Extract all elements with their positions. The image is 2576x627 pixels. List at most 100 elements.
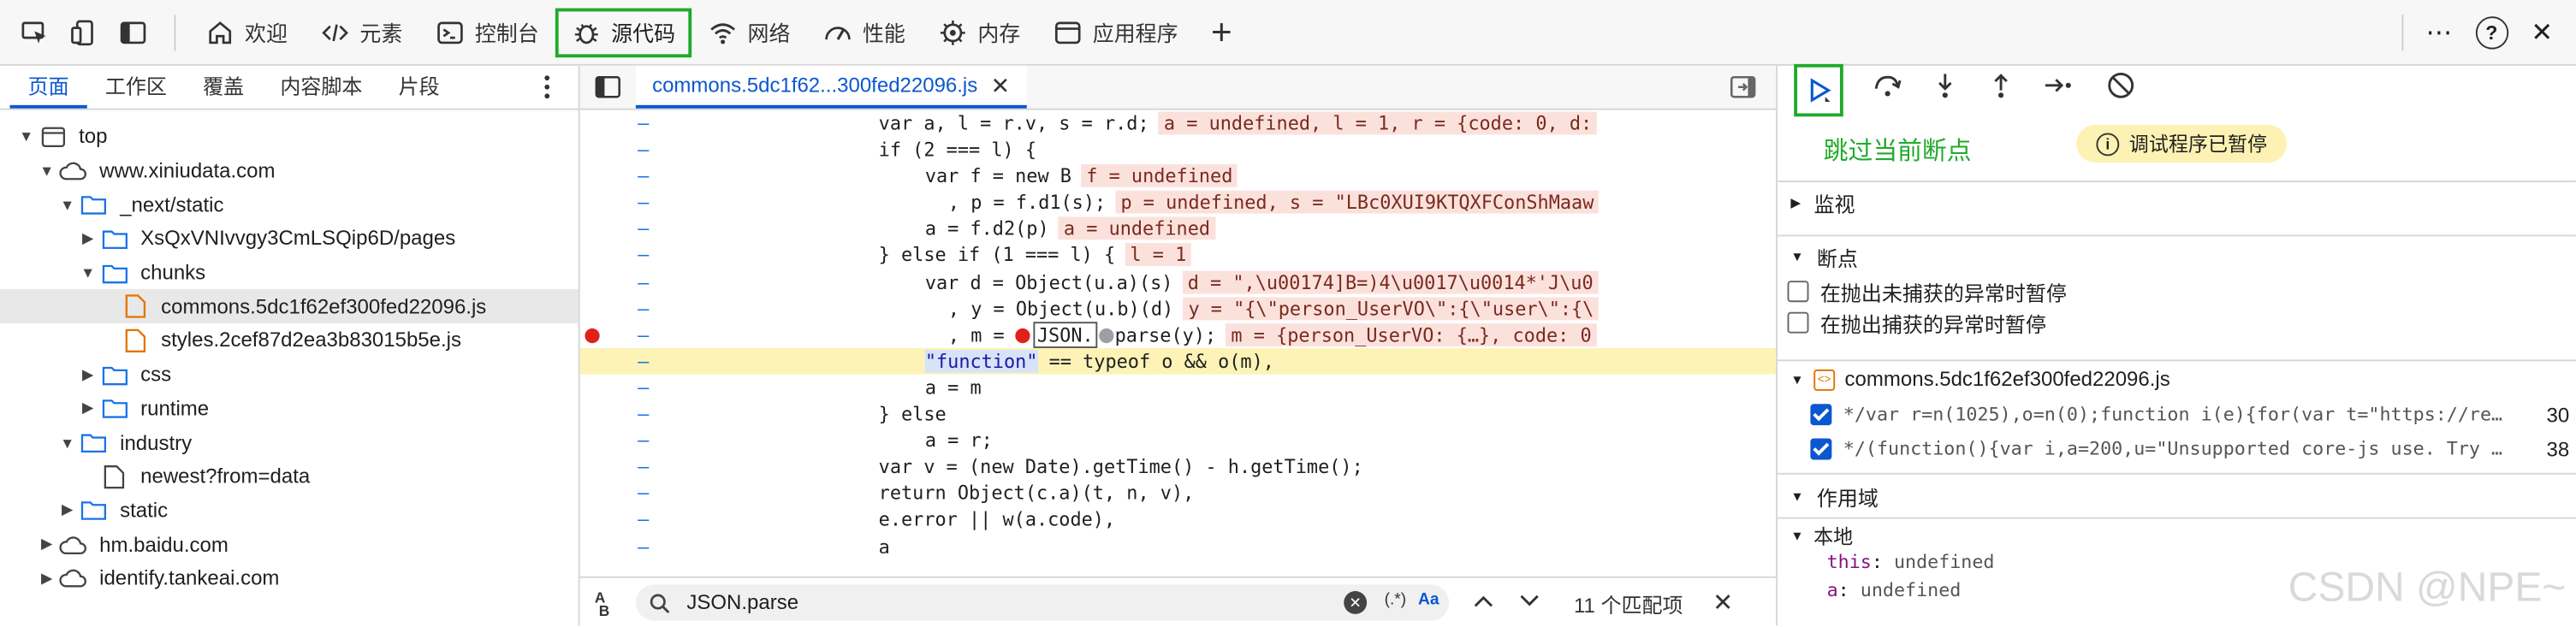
tab-welcome[interactable]: 欢迎 (189, 8, 304, 57)
line-gutter[interactable]: – (580, 189, 649, 216)
close-tab-icon[interactable]: ✕ (991, 72, 1011, 100)
line-gutter[interactable]: – (580, 269, 649, 295)
more-options-icon[interactable]: ⋯ (2425, 15, 2452, 48)
line-gutter[interactable]: – (580, 110, 649, 137)
search-input[interactable] (683, 589, 1315, 616)
tab-memory[interactable]: 内存 (922, 8, 1036, 57)
expand-down-icon[interactable]: ▼ (78, 264, 98, 281)
breakpoint-item[interactable]: */(function(){var i,a=200,u="Unsupported… (1778, 432, 2576, 466)
expand-right-icon[interactable]: ▶ (78, 399, 98, 417)
next-match-icon[interactable] (1518, 591, 1541, 614)
line-gutter[interactable]: – (580, 216, 649, 242)
expand-down-icon[interactable]: ▼ (37, 163, 56, 179)
tree-node[interactable]: ▼ top (0, 120, 579, 154)
code-line[interactable]: – , y = Object(u.b)(d) y = "{\"person_User… (580, 295, 1776, 322)
code-line[interactable]: – var d = Object(u.a)(s) d = ",\u00174]B=)… (580, 269, 1776, 295)
expand-right-icon[interactable]: ▶ (78, 230, 98, 248)
line-gutter[interactable]: – (580, 348, 649, 375)
tab-network[interactable]: 网络 (691, 8, 806, 57)
clear-search-icon[interactable]: ✕ (1344, 591, 1368, 614)
tree-node[interactable]: ▶ identify.tankeai.com (0, 561, 579, 595)
code-line[interactable]: – a (580, 533, 1776, 553)
more-tabs-icon[interactable] (542, 74, 552, 104)
tree-node[interactable]: commons.5dc1f62ef300fed22096.js (0, 289, 579, 324)
tree-node[interactable]: ▶ static (0, 494, 579, 528)
checkbox-checked[interactable] (1810, 404, 1832, 426)
line-gutter[interactable]: – (580, 163, 649, 189)
editor-file-tab[interactable]: commons.5dc1f62...300fed22096.js ✕ (635, 65, 1027, 109)
pause-caught-exceptions[interactable]: 在抛出捕获的异常时暂停 (1778, 307, 2576, 338)
tree-node[interactable]: ▶ hm.baidu.com (0, 528, 579, 562)
line-gutter[interactable]: – (580, 427, 649, 453)
checkbox[interactable] (1787, 281, 1809, 303)
line-gutter[interactable]: – (580, 375, 649, 401)
expand-right-icon[interactable]: ▶ (37, 535, 56, 553)
line-gutter[interactable]: – (580, 533, 649, 553)
step-icon[interactable] (2044, 72, 2076, 103)
code-line[interactable]: –} else (580, 400, 1776, 427)
close-search-icon[interactable]: ✕ (1712, 588, 1733, 618)
tab-sources[interactable]: 源代码 (555, 7, 692, 57)
inline-breakpoint-icon[interactable] (1098, 328, 1113, 343)
line-gutter[interactable]: – (580, 453, 649, 480)
code-line[interactable]: – a = f.d2(p) a = undefined (580, 216, 1776, 242)
code-line[interactable]: – var v = (new Date).getTime() - h.getTim… (580, 453, 1776, 480)
tab-performance[interactable]: 性能 (807, 8, 922, 57)
tab-console[interactable]: 控制台 (419, 8, 555, 57)
line-gutter[interactable]: – (580, 137, 649, 163)
tree-node[interactable]: ▶ runtime (0, 392, 579, 426)
checkbox[interactable] (1787, 311, 1809, 334)
tree-node[interactable]: ▼ industry (0, 426, 579, 460)
tree-node[interactable]: ▼ chunks (0, 256, 579, 290)
line-gutter[interactable]: – (580, 295, 649, 322)
toggle-debugger-icon[interactable] (1730, 75, 1756, 104)
expand-right-icon[interactable]: ▶ (78, 365, 98, 383)
line-gutter[interactable]: – (580, 400, 649, 427)
line-gutter[interactable]: – (580, 480, 649, 506)
code-line[interactable]: – return Object(c.a)(t, n, v), (580, 480, 1776, 506)
tree-node[interactable]: ▶ XsQxVNIvvgy3CmLSQip6D/pages (0, 222, 579, 256)
toggle-navigator-icon[interactable] (595, 75, 621, 104)
expand-right-icon[interactable]: ▶ (37, 570, 56, 588)
tree-node[interactable]: styles.2cef87d2ea3b83015b5e.js (0, 323, 579, 358)
tab-elements[interactable]: 元素 (304, 8, 418, 57)
navigator-tab-page[interactable]: 页面 (9, 66, 87, 109)
code-line[interactable]: –, m = JSON. parse(y); m = {person_UserVO:… (580, 321, 1776, 348)
line-gutter[interactable]: – (580, 242, 649, 269)
device-toolbar-icon[interactable] (62, 10, 105, 53)
tree-node[interactable]: ▼ www.xiniudata.com (0, 154, 579, 188)
line-gutter[interactable]: – (580, 506, 649, 533)
code-line[interactable]: – e.error || w(a.code), (580, 506, 1776, 533)
checkbox-checked[interactable] (1810, 438, 1832, 460)
scope-local-header[interactable]: ▼ 本地 (1778, 519, 2576, 552)
expand-down-icon[interactable]: ▼ (16, 128, 36, 145)
dock-side-icon[interactable] (112, 10, 155, 53)
current-execution-line[interactable]: – "function" == typeof o && o(m), (579, 347, 1777, 375)
navigator-tab-workspace[interactable]: 工作区 (87, 66, 185, 109)
code-line[interactable]: – a = m (580, 375, 1776, 401)
step-over-icon[interactable] (1873, 72, 1902, 103)
expand-down-icon[interactable]: ▼ (57, 435, 77, 451)
code-line[interactable]: –} else if (1 === l) {l = 1 (580, 242, 1776, 269)
breakpoint-file-header[interactable]: ▼ <> commons.5dc1f62ef300fed22096.js (1778, 361, 2576, 397)
breakpoint-marker[interactable] (585, 328, 600, 343)
previous-match-icon[interactable] (1472, 591, 1495, 614)
inspect-element-icon[interactable] (13, 10, 56, 53)
step-into-icon[interactable] (1932, 72, 1958, 103)
match-case-toggle-icon[interactable]: A B (595, 590, 609, 618)
code-line[interactable]: – var a, l = r.v, s = r.d; a = undefined, … (580, 110, 1776, 137)
navigator-tab-snippets[interactable]: 片段 (381, 66, 458, 109)
breakpoints-header[interactable]: ▼ 断点 (1778, 236, 2576, 275)
tree-node[interactable]: ▼ _next/static (0, 188, 579, 222)
tree-node[interactable]: ▶ css (0, 358, 579, 392)
regex-toggle[interactable]: (.*) (1385, 591, 1407, 609)
add-tab-button[interactable]: + (1195, 8, 1249, 57)
navigator-tab-overrides[interactable]: 覆盖 (185, 66, 262, 109)
case-sensitive-toggle[interactable]: Aa (1418, 591, 1439, 609)
resume-button[interactable] (1794, 63, 1843, 117)
deactivate-breakpoints-icon[interactable] (2106, 70, 2136, 104)
code-line[interactable]: – , p = f.d1(s); p = undefined, s = "LBc0X… (580, 189, 1776, 216)
pause-uncaught-exceptions[interactable]: 在抛出未捕获的异常时暂停 (1778, 275, 2576, 306)
breakpoint-item[interactable]: */var r=n(1025),o=n(0);function i(e){for… (1778, 398, 2576, 432)
close-devtools-icon[interactable]: ✕ (2531, 15, 2553, 48)
